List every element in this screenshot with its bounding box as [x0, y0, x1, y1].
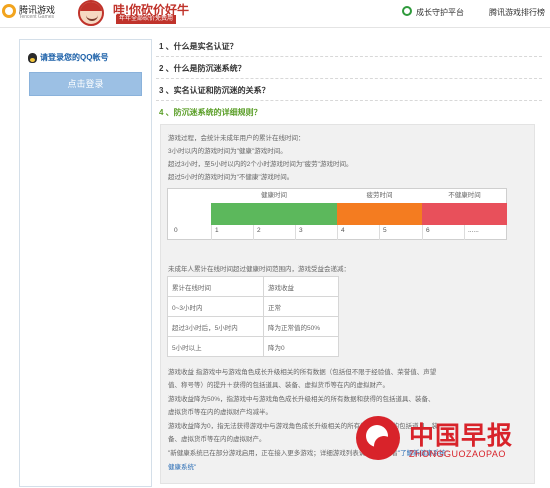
tencent-logo-icon	[2, 4, 16, 18]
table-row: 5小时以上 降为0	[167, 336, 339, 357]
tick-divider	[422, 225, 423, 240]
zhongguo-zaobao-watermark: 中国早报 ZHONGGUOZAOPAO	[356, 416, 548, 468]
logo-subtext: Tencent Games	[19, 14, 55, 20]
revenue-table: 累计在线时间 游戏收益 0~3小时内 正常 超过3小时后，5小时内 降为正常值的…	[167, 276, 339, 357]
tick-divider	[295, 225, 296, 240]
login-panel: 请登录您的QQ帐号 点击登录	[19, 39, 152, 487]
fatigue-time-label: 疲劳时间	[366, 192, 393, 199]
hour-tick: 0	[174, 227, 178, 234]
table-cell: 5小时以上	[167, 336, 264, 357]
hour-tick: 5	[383, 227, 387, 234]
tick-divider	[337, 225, 338, 240]
faq-item-anti-addiction[interactable]: 2 、什么是防沉迷系统？	[156, 57, 542, 79]
tencent-games-logo[interactable]: 腾讯游戏 Tencent Games	[2, 2, 62, 22]
table-cell: 降为正常值的50%	[263, 316, 339, 337]
table-row: 超过3小时后，5小时内 降为正常值的50%	[167, 316, 339, 337]
faq-item-relation[interactable]: 3 、实名认证和防沉迷的关系？	[156, 79, 542, 101]
fatigue-time-segment	[337, 203, 422, 225]
tick-divider	[253, 225, 254, 240]
hour-tick: 4	[341, 227, 345, 234]
online-time-bar: 健康时间 疲劳时间 不健康时间 0 1 2 3 4 5 6 ......	[167, 188, 507, 240]
mascot-avatar-icon	[78, 0, 104, 26]
healthy-time-segment	[211, 203, 337, 225]
answer-intro-line: 游戏过程，会统计未成年用户的累计在线时间：	[168, 135, 305, 142]
table-caption: 未成年人累计在线时间超过健康时间范围内，游戏受益会递减：	[168, 266, 350, 273]
game-ranking-link[interactable]: 腾讯游戏排行榜	[489, 7, 545, 18]
login-title: 请登录您的QQ帐号	[40, 53, 109, 62]
watermark-subtitle: ZHONGGUOZAOPAO	[409, 449, 506, 459]
table-cell: 超过3小时后，5小时内	[167, 316, 264, 337]
table-cell: 游戏收益	[263, 276, 339, 297]
note-line: 备、虚拟货币等在内的虚拟财产。	[168, 436, 266, 443]
note-line: 虚拟货币等在内的虚拟财产均减半。	[168, 409, 272, 416]
hour-tick: 1	[215, 227, 219, 234]
note-line: 值、称号等）的提升＋获得的包括道具、装备、虚拟货币等在内的虚拟财产。	[168, 382, 389, 389]
table-cell: 累计在线时间	[167, 276, 264, 297]
hour-tick: 6	[426, 227, 430, 234]
answer-intro-line: 3小时以内的游戏时间为"健康"游戏时间。	[168, 148, 287, 155]
growth-guard-link[interactable]: 成长守护平台	[416, 7, 464, 18]
tick-divider	[464, 225, 465, 240]
faq-item-label: 3 、实名认证和防沉迷的关系？	[159, 86, 270, 95]
health-system-link-cont[interactable]: 健康系统"	[168, 461, 196, 471]
healthy-time-label: 健康时间	[261, 192, 287, 199]
table-cell: 正常	[263, 296, 339, 317]
note-line: 游戏收益降为50%，指游戏中与游戏角色成长升级相关的所有数据和获得的包括道具、装…	[168, 396, 435, 403]
answer-intro-line: 超过5小时的游戏时间为"不健康"游戏时间。	[168, 174, 294, 181]
answer-intro-line: 超过3小时，至5小时以内的2个小时游戏时间为"疲劳"游戏时间。	[168, 161, 353, 168]
growth-guard-icon	[402, 6, 412, 16]
hour-tick: ......	[468, 227, 479, 234]
faq-item-label: 1 、什么是实名认证？	[159, 42, 238, 51]
login-button[interactable]: 点击登录	[29, 72, 142, 96]
faq-item-label: 2 、什么是防沉迷系统？	[159, 64, 246, 73]
faq-item-rules[interactable]: 4 、防沉迷系统的详细规则？	[156, 101, 542, 123]
qq-penguin-icon	[28, 53, 37, 63]
watermark-title: 中国早报	[409, 422, 514, 450]
table-cell: 0~3小时内	[167, 296, 264, 317]
unhealthy-time-label: 不健康时间	[448, 192, 481, 199]
watermark-logo-icon-part	[374, 436, 394, 456]
tick-divider	[379, 225, 380, 240]
hour-tick: 3	[299, 227, 303, 234]
unhealthy-time-segment	[422, 203, 507, 225]
faq-item-label: 4 、防沉迷系统的详细规则？	[159, 108, 262, 117]
top-header: 腾讯游戏 Tencent Games 哇!你砍价好牛 年年全部砍价免费用 成长守…	[0, 0, 550, 28]
table-cell: 降为0	[263, 336, 339, 357]
table-row: 累计在线时间 游戏收益	[167, 276, 339, 297]
note-line: 游戏收益 指游戏中与游戏角色成长升级相关的所有数据（包括但不限于经验值、荣誉值、…	[168, 369, 437, 376]
hour-tick: 2	[257, 227, 261, 234]
faq-item-real-name[interactable]: 1 、什么是实名认证？	[156, 35, 542, 57]
tick-divider	[211, 225, 212, 240]
table-row: 0~3小时内 正常	[167, 296, 339, 317]
banner-subtitle[interactable]: 年年全部砍价免费用	[116, 15, 177, 24]
